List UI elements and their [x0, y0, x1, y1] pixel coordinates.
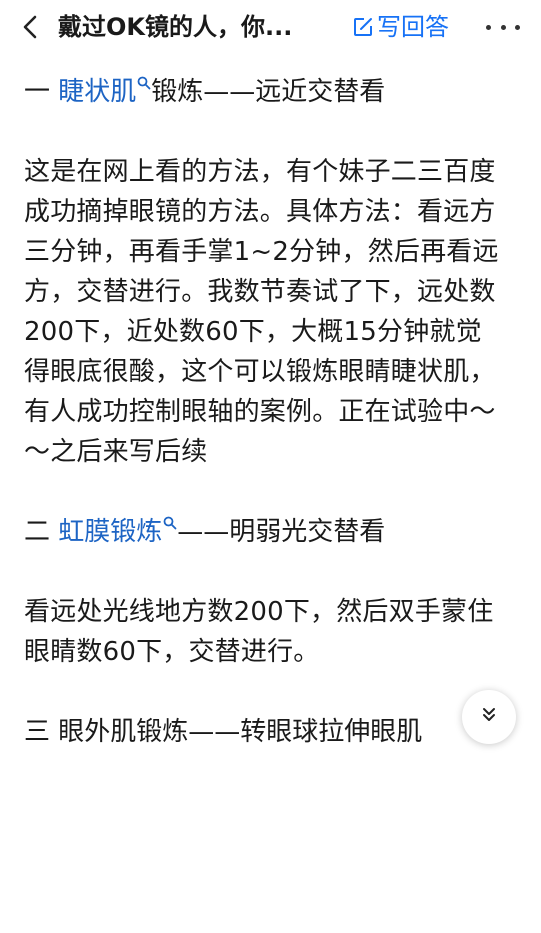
more-icon[interactable] [486, 14, 520, 40]
edit-icon [352, 16, 374, 38]
write-answer-label: 写回答 [377, 13, 449, 41]
topic-link-ciliary-muscle[interactable]: 睫状肌 [58, 77, 136, 107]
double-chevron-down-icon [479, 705, 499, 729]
question-title[interactable]: 戴过OK镜的人，你... [58, 12, 330, 42]
search-icon[interactable] [163, 516, 177, 530]
scroll-down-button[interactable] [462, 690, 516, 744]
search-icon[interactable] [137, 76, 151, 90]
section-body-2: 看远处光线地方数200下，然后双手蒙住眼睛数60下，交替进行。 [24, 597, 494, 667]
write-answer-button[interactable]: 写回答 [352, 12, 449, 42]
chevron-left-icon[interactable] [18, 14, 44, 40]
section-heading-1: 一 睫状肌 锻炼——远近交替看 [24, 76, 386, 107]
answer-content: 一 睫状肌 锻炼——远近交替看 这是在网上看的方法，有个妹子二三百度成功摘掉眼镜的… [24, 72, 504, 792]
section-body-1: 这是在网上看的方法，有个妹子二三百度成功摘掉眼镜的方法。具体方法：看远方三分钟，… [24, 157, 499, 467]
top-bar: 戴过OK镜的人，你... 写回答 [0, 0, 541, 54]
section-heading-2: 二 虹膜锻炼 ——明弱光交替看 [24, 516, 386, 547]
section-heading-3: 三 眼外肌锻炼——转眼球拉伸眼肌 [24, 717, 423, 747]
topic-link-iris-exercise[interactable]: 虹膜锻炼 [58, 517, 162, 547]
